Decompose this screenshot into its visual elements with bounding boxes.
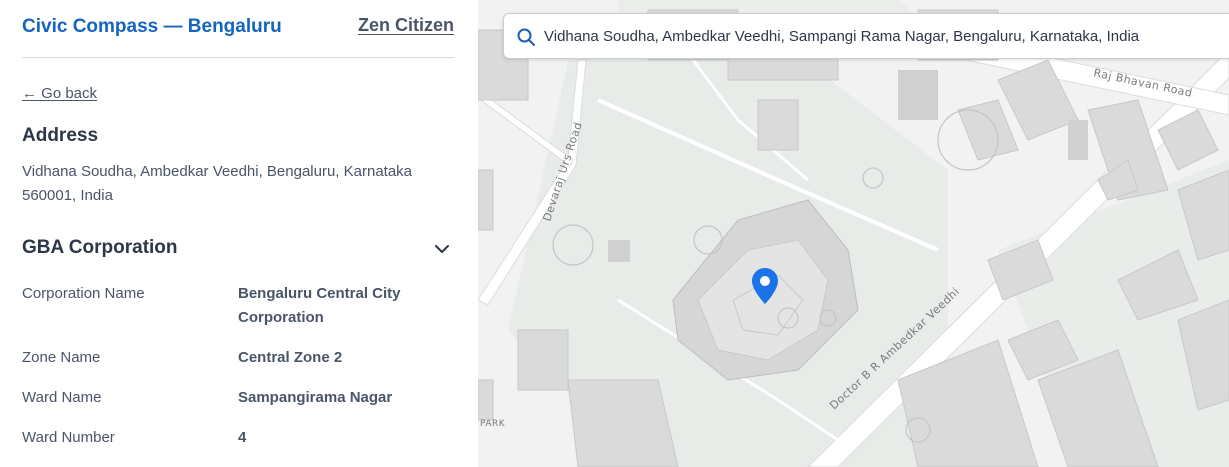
zone-name-label: Zone Name — [22, 349, 101, 366]
corporation-name-value: Bengaluru Central City Corporation — [238, 285, 401, 326]
ward-number-value: 4 — [238, 429, 247, 446]
search-box[interactable] — [503, 13, 1229, 59]
zen-citizen-link[interactable]: Zen Citizen — [358, 15, 454, 36]
address-text: Vidhana Soudha, Ambedkar Veedhi, Bengalu… — [22, 163, 413, 204]
corporation-name-label: Corporation Name — [22, 285, 145, 302]
park-label: PARK — [480, 419, 506, 429]
search-input[interactable] — [544, 22, 1224, 50]
chevron-down-icon[interactable] — [432, 239, 452, 259]
map-pin-icon[interactable] — [751, 267, 779, 305]
ward-name-label: Ward Name — [22, 389, 102, 406]
ward-number-label: Ward Number — [22, 429, 115, 446]
address-heading: Address — [22, 125, 99, 146]
app-title: Civic Compass — Bengaluru — [22, 16, 282, 37]
ward-name-value: Sampangirama Nagar — [238, 389, 393, 406]
go-back-link[interactable]: ← Go back — [22, 85, 97, 102]
search-icon — [517, 28, 535, 46]
info-panel: Civic Compass — Bengaluru Zen Citizen ← … — [0, 0, 478, 467]
zone-name-value: Central Zone 2 — [238, 349, 343, 366]
map-view[interactable]: Raj Bhavan Road Devaraj Urs Road Doctor … — [478, 0, 1229, 467]
map-canvas[interactable]: Raj Bhavan Road Devaraj Urs Road Doctor … — [478, 0, 1229, 467]
panel-header: Civic Compass — Bengaluru Zen Citizen — [22, 0, 454, 58]
gba-corporation-heading[interactable]: GBA Corporation — [22, 237, 178, 259]
